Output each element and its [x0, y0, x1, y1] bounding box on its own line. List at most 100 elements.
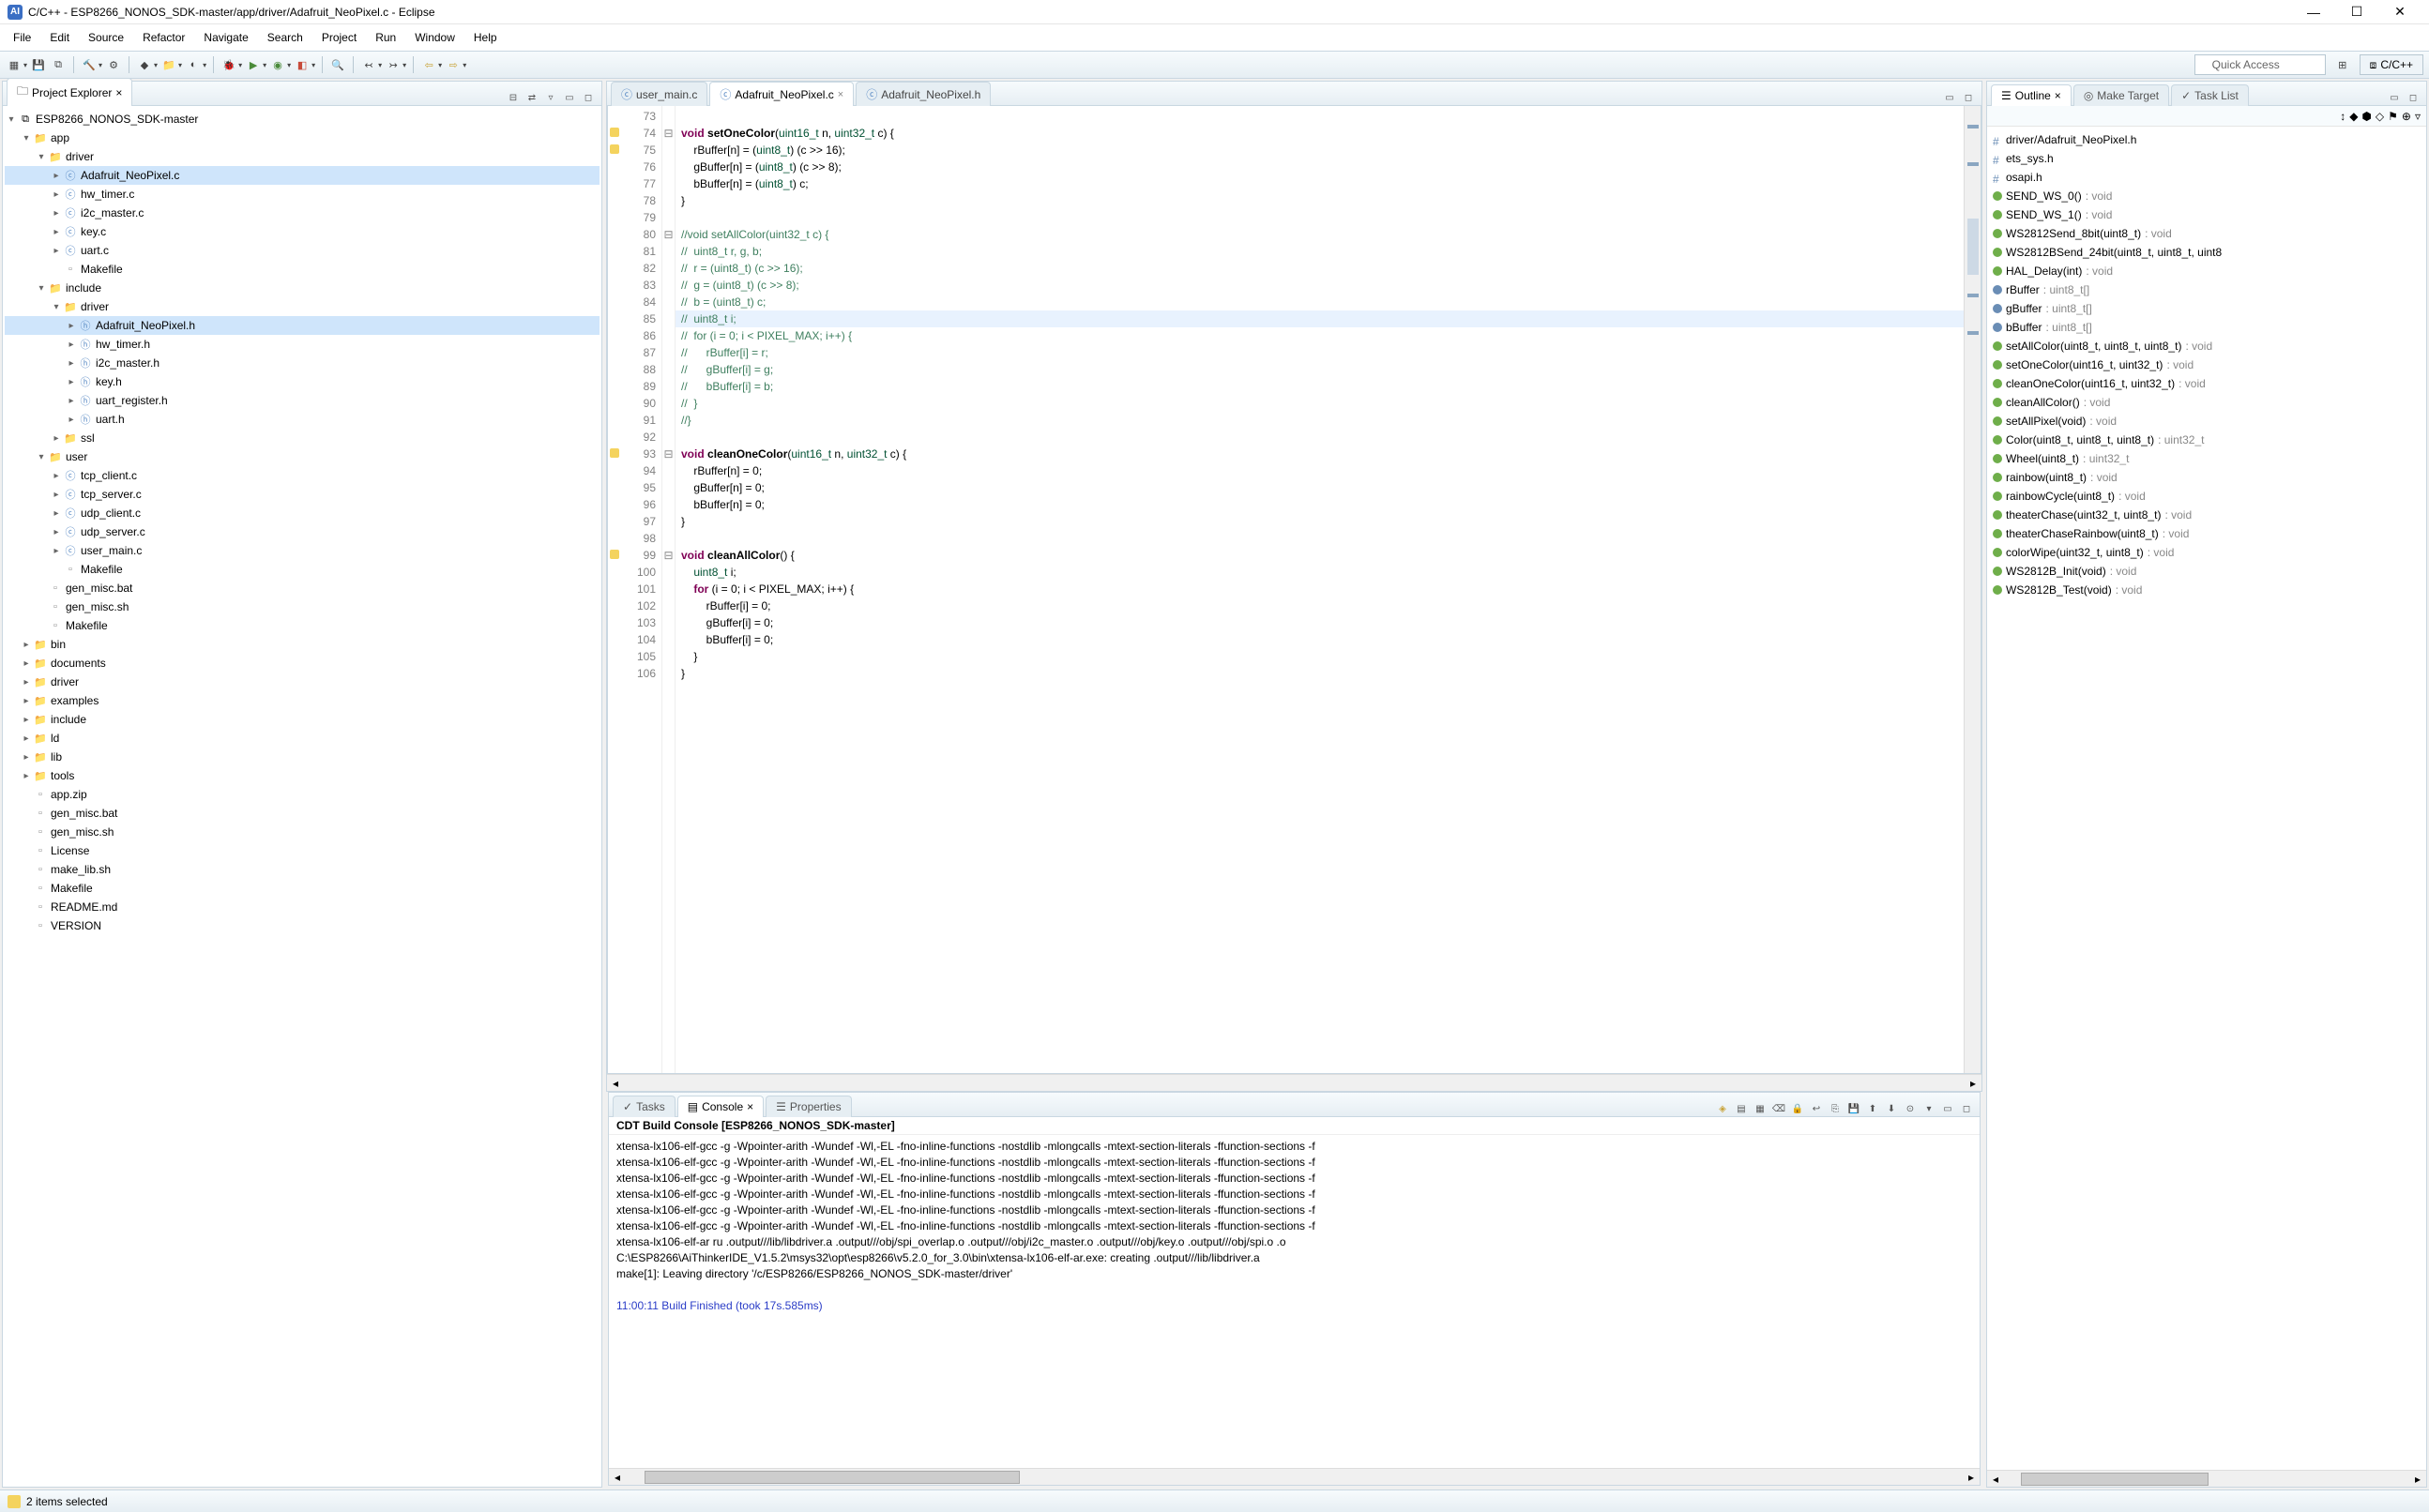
- editor-tab[interactable]: ⓒuser_main.c: [611, 82, 707, 106]
- code-line[interactable]: }: [681, 648, 1958, 665]
- menu-help[interactable]: Help: [464, 27, 507, 48]
- tree-node[interactable]: ▸ⓒtcp_server.c: [5, 485, 600, 504]
- expand-icon[interactable]: ▸: [50, 433, 63, 444]
- outline-item[interactable]: setOneColor(uint16_t, uint32_t) : void: [1993, 355, 2421, 374]
- search-icon[interactable]: 🔍: [329, 56, 346, 73]
- prev-error-icon[interactable]: ⬆: [1865, 1101, 1880, 1116]
- code-line[interactable]: }: [681, 665, 1958, 682]
- editor-horizontal-scrollbar[interactable]: ◂ ▸: [607, 1074, 1981, 1091]
- new-icon[interactable]: ▦: [6, 56, 23, 73]
- code-line[interactable]: void cleanAllColor() {: [681, 547, 1958, 564]
- tree-node[interactable]: ▫gen_misc.sh: [5, 823, 600, 841]
- tree-node[interactable]: ▫Makefile: [5, 616, 600, 635]
- code-line[interactable]: // gBuffer[i] = g;: [681, 361, 1958, 378]
- tab-outline[interactable]: ☰Outline×: [1991, 84, 2072, 106]
- scroll-lock-icon[interactable]: 🔒: [1790, 1101, 1805, 1116]
- outline-item[interactable]: WS2812B_Init(void) : void: [1993, 562, 2421, 581]
- warning-marker-icon[interactable]: [610, 144, 619, 154]
- overview-ruler[interactable]: [1964, 106, 1981, 1073]
- close-icon[interactable]: ×: [115, 86, 122, 99]
- minimize-icon[interactable]: ▭: [562, 90, 577, 105]
- expand-icon[interactable]: ▸: [50, 189, 63, 200]
- outline-item[interactable]: #driver/Adafruit_NeoPixel.h: [1993, 130, 2421, 149]
- outline-list[interactable]: #driver/Adafruit_NeoPixel.h#ets_sys.h#os…: [1987, 127, 2426, 603]
- outline-item[interactable]: bBuffer : uint8_t[]: [1993, 318, 2421, 337]
- code-line[interactable]: //}: [681, 412, 1958, 429]
- close-icon[interactable]: ×: [838, 89, 843, 100]
- code-line[interactable]: rBuffer[n] = 0;: [681, 462, 1958, 479]
- maximize-icon[interactable]: ◻: [2406, 90, 2421, 105]
- new-folder-icon[interactable]: 📁: [160, 56, 177, 73]
- code-line[interactable]: void setOneColor(uint16_t n, uint32_t c)…: [681, 125, 1958, 142]
- expand-icon[interactable]: ▸: [20, 696, 33, 706]
- expand-icon[interactable]: ▸: [50, 527, 63, 537]
- clear-console-icon[interactable]: ⌫: [1771, 1101, 1786, 1116]
- outline-item[interactable]: cleanOneColor(uint16_t, uint32_t) : void: [1993, 374, 2421, 393]
- tree-node[interactable]: ▸ⓗuart.h: [5, 410, 600, 429]
- console-output[interactable]: xtensa-lx106-elf-gcc -g -Wpointer-arith …: [609, 1135, 1980, 1468]
- menu-navigate[interactable]: Navigate: [194, 27, 257, 48]
- tree-node[interactable]: ▫gen_misc.bat: [5, 579, 600, 597]
- menu-window[interactable]: Window: [405, 27, 464, 48]
- expand-icon[interactable]: ▸: [50, 508, 63, 519]
- close-icon[interactable]: ×: [747, 1100, 753, 1113]
- forward-icon[interactable]: ⇨: [445, 56, 462, 73]
- menu-file[interactable]: File: [4, 27, 40, 48]
- tree-node[interactable]: ▫Makefile: [5, 879, 600, 898]
- open-type-icon[interactable]: ◐: [185, 56, 202, 73]
- outline-item[interactable]: WS2812Send_8bit(uint8_t) : void: [1993, 224, 2421, 243]
- tree-node[interactable]: ▾📁app: [5, 129, 600, 147]
- tree-node[interactable]: ▫README.md: [5, 898, 600, 916]
- code-line[interactable]: bBuffer[i] = 0;: [681, 631, 1958, 648]
- minimize-icon[interactable]: ▭: [1942, 90, 1957, 105]
- editor-tab[interactable]: ⓒAdafruit_NeoPixel.c×: [709, 82, 854, 106]
- group-includes-icon[interactable]: ⊕: [2402, 110, 2411, 123]
- maximize-button[interactable]: ☐: [2335, 0, 2378, 24]
- tab-project-explorer[interactable]: 🗀 Project Explorer ×: [7, 79, 132, 106]
- view-menu-icon[interactable]: ▿: [543, 90, 558, 105]
- tree-node[interactable]: ▸ⓗhw_timer.h: [5, 335, 600, 354]
- code-line[interactable]: [681, 429, 1958, 446]
- tree-node[interactable]: ▸📁bin: [5, 635, 600, 654]
- tree-node[interactable]: ▸ⓒhw_timer.c: [5, 185, 600, 204]
- menu-search[interactable]: Search: [258, 27, 312, 48]
- expand-icon[interactable]: ▸: [50, 246, 63, 256]
- sort-icon[interactable]: ↕: [2340, 110, 2346, 123]
- tree-node[interactable]: ▸ⓗi2c_master.h: [5, 354, 600, 372]
- tab-tasks[interactable]: ✓Tasks: [613, 1096, 676, 1117]
- expand-icon[interactable]: ▸: [50, 208, 63, 219]
- outline-item[interactable]: Color(uint8_t, uint8_t, uint8_t) : uint3…: [1993, 431, 2421, 449]
- expand-icon[interactable]: ▸: [20, 752, 33, 763]
- close-icon[interactable]: ×: [2055, 89, 2061, 102]
- perspective-c-cpp[interactable]: ⧈ C/C++: [2360, 54, 2423, 75]
- hide-non-public-icon[interactable]: ◇: [2376, 110, 2384, 123]
- scrollbar-thumb[interactable]: [2021, 1473, 2209, 1486]
- outline-item[interactable]: HAL_Delay(int) : void: [1993, 262, 2421, 280]
- display-selected-console-icon[interactable]: ▤: [1734, 1101, 1749, 1116]
- tree-node[interactable]: ▸📁ssl: [5, 429, 600, 447]
- code-line[interactable]: // rBuffer[i] = r;: [681, 344, 1958, 361]
- new-class-icon[interactable]: ◆: [136, 56, 153, 73]
- outline-item[interactable]: rBuffer : uint8_t[]: [1993, 280, 2421, 299]
- project-tree[interactable]: ▾⧉ESP8266_NONOS_SDK-master▾📁app▾📁driver▸…: [3, 106, 601, 939]
- code-line[interactable]: // }: [681, 395, 1958, 412]
- next-annotation-icon[interactable]: ↣: [385, 56, 402, 73]
- collapse-icon[interactable]: ▾: [35, 452, 48, 462]
- menu-refactor[interactable]: Refactor: [133, 27, 194, 48]
- outline-item[interactable]: SEND_WS_0() : void: [1993, 187, 2421, 205]
- hide-static-icon[interactable]: ⬢: [2361, 110, 2371, 123]
- fold-toggle-icon[interactable]: ⊟: [662, 226, 675, 243]
- collapse-icon[interactable]: ▾: [50, 302, 63, 312]
- maximize-icon[interactable]: ◻: [581, 90, 596, 105]
- tree-node[interactable]: ▸ⓒuser_main.c: [5, 541, 600, 560]
- code-line[interactable]: }: [681, 513, 1958, 530]
- open-console-icon[interactable]: ▦: [1753, 1101, 1768, 1116]
- code-line[interactable]: [681, 530, 1958, 547]
- code-line[interactable]: gBuffer[n] = (uint8_t) (c >> 8);: [681, 159, 1958, 175]
- quick-access-input[interactable]: Quick Access: [2194, 54, 2326, 75]
- code-line[interactable]: [681, 108, 1958, 125]
- tree-node[interactable]: ▫License: [5, 841, 600, 860]
- tree-node[interactable]: ▫gen_misc.bat: [5, 804, 600, 823]
- collapse-icon[interactable]: ▾: [35, 283, 48, 294]
- code-line[interactable]: // for (i = 0; i < PIXEL_MAX; i++) {: [681, 327, 1958, 344]
